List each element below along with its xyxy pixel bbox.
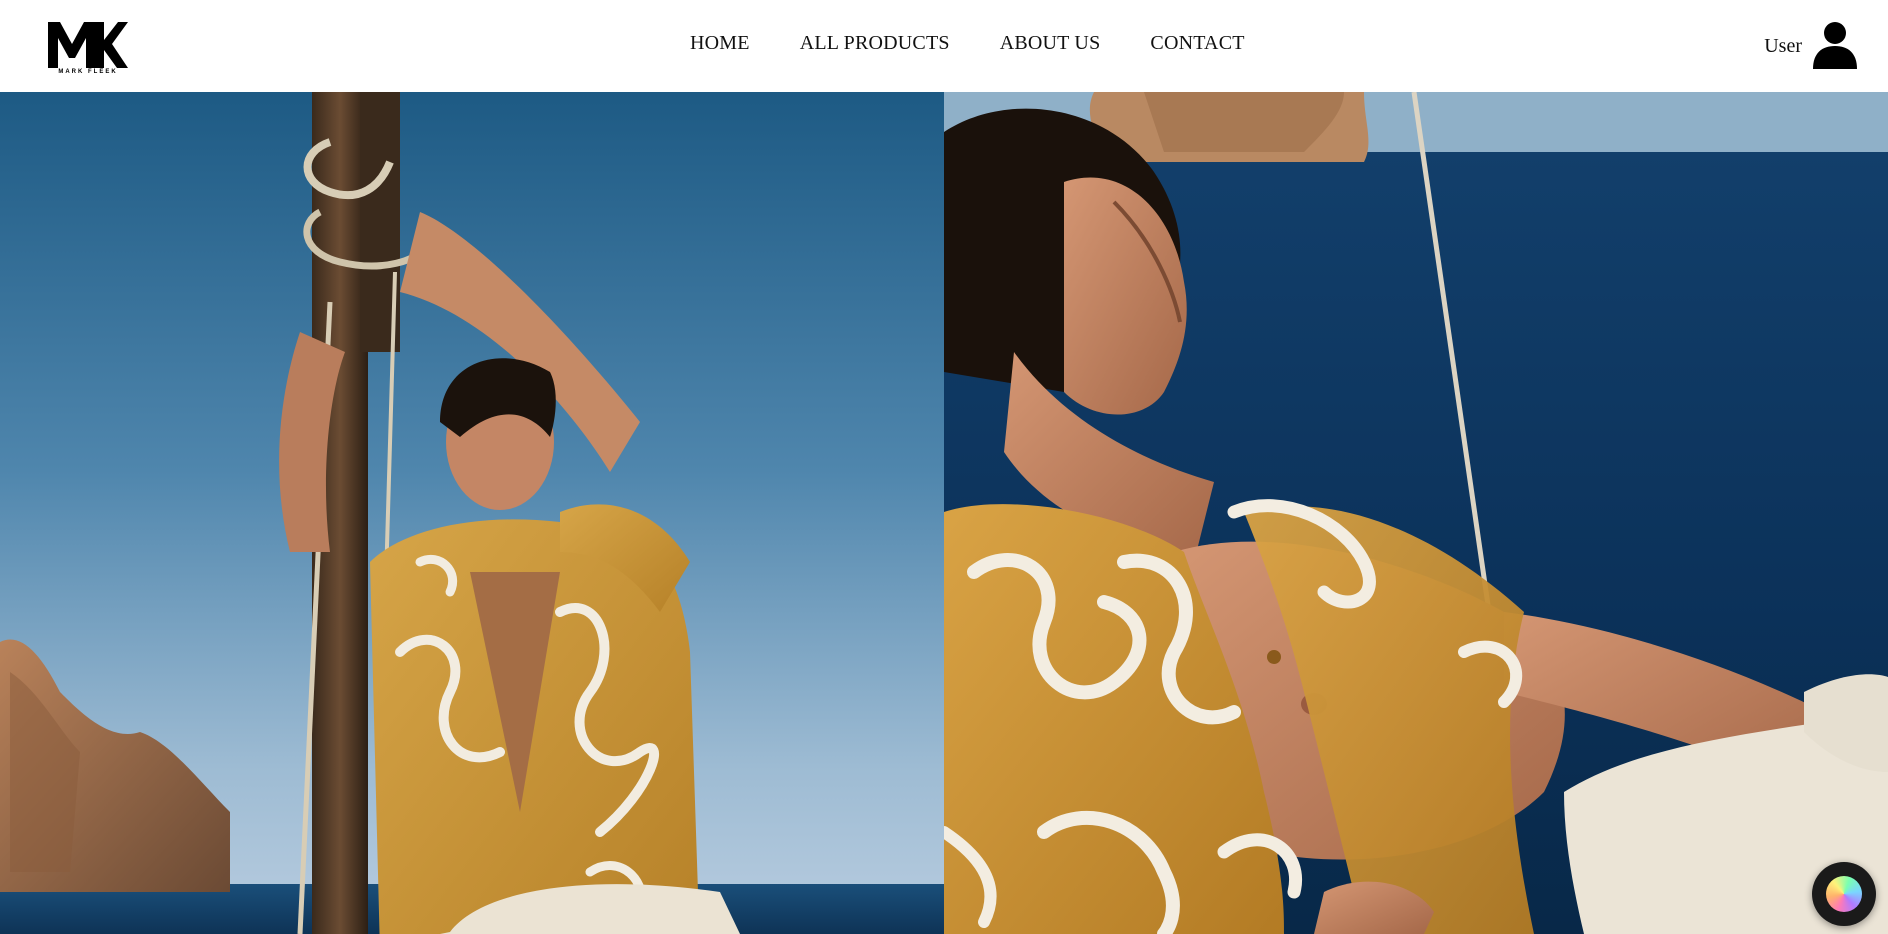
photo-model-mast [0, 92, 944, 934]
nav-all-products[interactable]: ALL PRODUCTS [800, 32, 950, 55]
photo-model-reclining [944, 92, 1888, 934]
user-icon [1813, 22, 1857, 69]
hero-section [0, 92, 1888, 934]
assistant-button[interactable] [1812, 862, 1876, 926]
user-account-button[interactable]: User [1764, 16, 1860, 72]
user-label: User [1764, 34, 1802, 57]
nav-contact[interactable]: CONTACT [1150, 32, 1244, 55]
brand-logo-mark [48, 22, 128, 68]
hero-image-left [0, 92, 944, 934]
site-header: MARK FLEEK HOME ALL PRODUCTS ABOUT US CO… [0, 0, 1888, 92]
hero-image-right [944, 92, 1888, 934]
nav-home[interactable]: HOME [690, 32, 750, 55]
assistant-orb-icon [1826, 876, 1862, 912]
brand-subtitle: MARK FLEEK [58, 69, 118, 75]
brand-logo[interactable]: MARK FLEEK [48, 22, 128, 78]
nav-about-us[interactable]: ABOUT US [1000, 32, 1101, 55]
main-nav: HOME ALL PRODUCTS ABOUT US CONTACT [690, 28, 1245, 58]
